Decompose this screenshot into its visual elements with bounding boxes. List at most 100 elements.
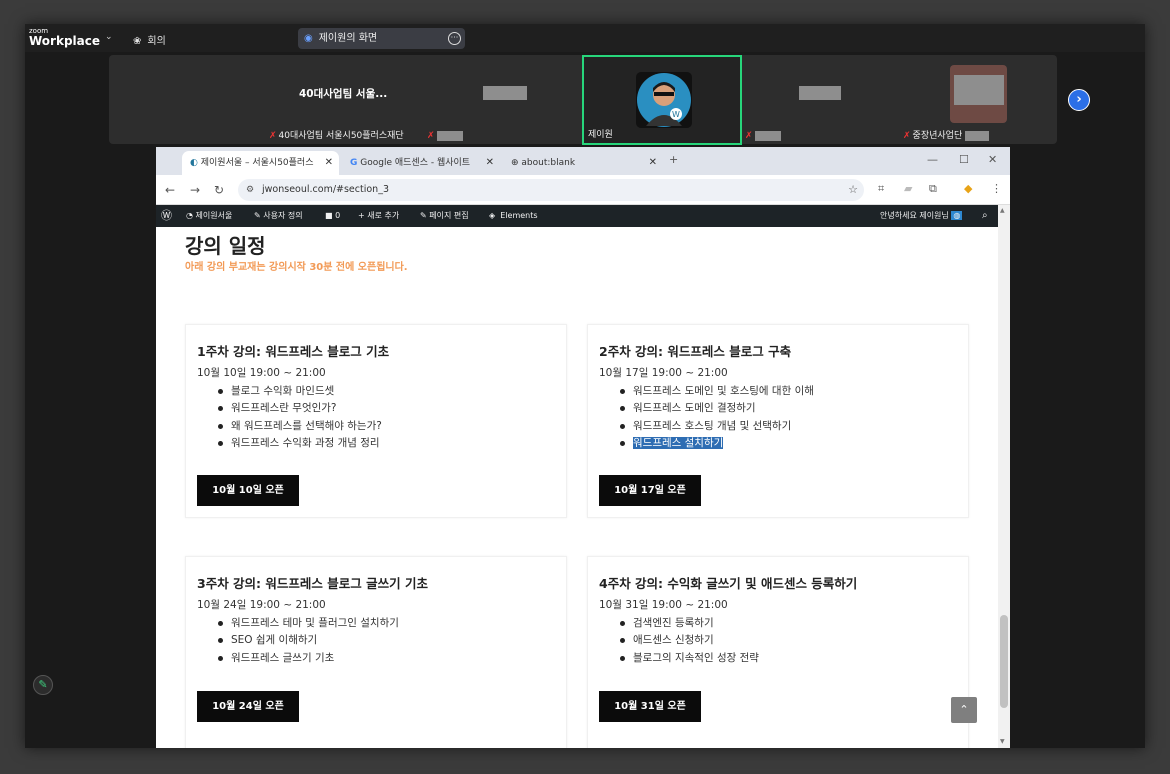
extension-icon[interactable]: ▰ [904,182,912,195]
open-button[interactable]: 10월 24일 오픈 [197,691,299,722]
tab-title: about:blank [521,158,576,168]
browser-menu-icon[interactable]: ⋮ [991,182,1002,195]
google-favicon-icon: G [350,158,358,168]
participant-tile-1[interactable]: 40대사업팀 서울... ✗ 40대사업팀 서울시50플러스재단 ✗ [109,55,479,144]
participant-label-4: ✗ [745,130,781,141]
wordpress-logo-icon[interactable]: Ⓦ [161,205,172,227]
svg-text:W: W [672,110,680,119]
wp-admin-bar: Ⓦ ◔ 제이원서울 ✎ 사용자 정의 ■ 0 + 새로 추가 ✎ 페이지 편집 … [156,205,998,227]
zoom-window: zoom Workplace ⌄ ❀ 회의 ◉ 제이원의 화면 ··· 40대사업팀… [25,24,1145,748]
participant-label-text: 40대사업팀 서울시50플러스재단 [278,131,404,141]
list-item: 워드프레스 도메인 결정하기 [620,400,814,417]
wp-site-link[interactable]: ◔ 제이원서울 [186,205,232,227]
wp-account-link[interactable]: 안녕하세요 제이원님 ◍ [880,205,963,227]
search-icon[interactable]: ⌕ [982,205,988,227]
selected-text: 워드프레스 설치하기 [633,436,724,449]
card-topic-list: 검색엔진 등록하기 애드센스 신청하기 블로그의 지속적인 성장 전략 [620,615,759,667]
active-speaker-tile[interactable]: W 제이원 [582,55,742,145]
wp-edit-label: 페이지 편집 [429,211,469,220]
address-bar[interactable]: ⚙ jwonseoul.com/#section_3 ☆ [238,179,864,201]
lecture-card-2: 2주차 강의: 워드프레스 블로그 구축 10월 17일 19:00 ~ 21:… [587,324,969,518]
scrollbar-thumb[interactable] [1000,615,1008,708]
url-text: jwonseoul.com/#section_3 [262,184,389,195]
card-date: 10월 17일 19:00 ~ 21:00 [599,367,728,379]
browser-tab-3[interactable]: ⊕ about:blank ✕ [503,151,663,175]
shared-browser-window: ◐ 제이원서울 – 서울시50플러스 ✕ G Google 애드센스 - 웹사이트… [156,147,1010,748]
meeting-label: 회의 [147,36,166,47]
forward-button[interactable]: → [190,183,200,197]
close-tab-icon[interactable]: ✕ [486,151,494,175]
list-item: 워드프레스 호스팅 개념 및 선택하기 [620,418,814,435]
wp-comments-link[interactable]: ■ 0 [325,205,340,227]
participant-label-5: ✗ 중장년사업단 [903,128,990,141]
next-page-button[interactable]: › [1068,89,1090,111]
wp-new-label: 새로 추가 [367,211,400,220]
list-item: 워드프레스 테마 및 플러그인 설치하기 [218,615,399,632]
page-content: 강의 일정 아래 강의 부교재는 강의시작 30분 전에 오픈됩니다. 1주차 … [156,227,998,748]
reload-button[interactable]: ↻ [214,183,224,197]
card-topic-list: 워드프레스 테마 및 플러그인 설치하기 SEO 쉽게 이해하기 워드프레스 글… [218,615,399,667]
close-tab-icon[interactable]: ✕ [325,151,333,175]
meeting-button[interactable]: ❀ 회의 [133,32,166,47]
card-date: 10월 31일 19:00 ~ 21:00 [599,599,728,611]
site-settings-icon[interactable]: ⚙ [246,179,254,201]
list-item-highlighted: 워드프레스 설치하기 [620,435,814,452]
plus-icon: + [358,211,365,220]
screen-share-indicator[interactable]: ◉ 제이원의 화면 ··· [298,28,465,49]
redacted-video [954,75,1004,105]
redacted-name [965,130,990,141]
open-button[interactable]: 10월 17일 오픈 [599,475,701,506]
list-item: 왜 워드프레스를 선택해야 하는가? [218,418,382,435]
tab-title: Google 애드센스 - 웹사이트 [360,158,471,168]
scroll-down-icon[interactable]: ▼ [1000,738,1005,745]
back-button[interactable]: ← [165,183,175,197]
wp-customize-link[interactable]: ✎ 사용자 정의 [254,205,303,227]
active-speaker-label: 제이원 [588,130,613,140]
participant-label-1: ✗ 40대사업팀 서울시50플러스재단 [269,128,404,141]
browser-tab-bar: ◐ 제이원서울 – 서울시50플러스 ✕ G Google 애드센스 - 웹사이트… [156,147,1010,175]
close-window-button[interactable]: ✕ [988,147,997,175]
open-button[interactable]: 10월 31일 오픈 [599,691,701,722]
list-item: 블로그 수익화 마인드셋 [218,383,382,400]
close-tab-icon[interactable]: ✕ [649,151,657,175]
zoom-logo-big: Workplace [29,34,101,48]
card-title: 2주차 강의: 워드프레스 블로그 구축 [599,344,792,359]
chevron-down-icon[interactable]: ⌄ [105,32,113,42]
browser-tab-1[interactable]: ◐ 제이원서울 – 서울시50플러스 ✕ [182,151,339,175]
participant-label-2: ✗ [427,130,463,141]
open-button[interactable]: 10월 10일 오픈 [197,475,299,506]
user-avatar-icon: ◍ [951,211,963,220]
redacted-name [754,130,781,141]
wp-edit-page-link[interactable]: ✎ 페이지 편집 [420,205,469,227]
share-icon: ◉ [304,33,313,44]
screenshot-icon[interactable]: ⌗ [878,182,884,196]
page-scrollbar[interactable]: ▲ ▼ [998,205,1010,748]
zoom-top-bar: zoom Workplace ⌄ ❀ 회의 ◉ 제이원의 화면 ··· [25,24,1145,52]
list-item: 애드센스 신청하기 [620,632,759,649]
more-options-icon[interactable]: ··· [448,32,461,45]
bookmark-star-icon[interactable]: ☆ [848,179,858,201]
wp-new-link[interactable]: + 새로 추가 [358,205,399,227]
annotate-pen-icon[interactable]: ✎ [33,675,53,695]
list-item: 블로그의 지속적인 성장 전략 [620,650,759,667]
wordpress-favicon-icon: ◐ [190,158,198,168]
card-topic-list: 워드프레스 도메인 및 호스팅에 대한 이해 워드프레스 도메인 결정하기 워드… [620,383,814,452]
list-item: SEO 쉽게 이해하기 [218,632,399,649]
browser-tab-2[interactable]: G Google 애드센스 - 웹사이트 ✕ [342,151,500,175]
scroll-to-top-button[interactable]: ⌃ [951,697,977,723]
card-title: 4주차 강의: 수익화 글쓰기 및 애드센스 등록하기 [599,576,858,591]
zoom-logo: zoom Workplace [29,27,100,48]
redacted-name [436,130,463,141]
wp-comment-count: 0 [335,211,341,220]
participant-strip: 40대사업팀 서울... ✗ 40대사업팀 서울시50플러스재단 ✗ W 제이원 … [109,55,1057,145]
new-tab-button[interactable]: + [669,147,678,175]
wp-elements-link[interactable]: ◈ Elements [489,205,538,227]
maximize-button[interactable]: ☐ [959,147,969,175]
card-topic-list: 블로그 수익화 마인드셋 워드프레스란 무엇인가? 왜 워드프레스를 선택해야 … [218,383,382,452]
scroll-up-icon[interactable]: ▲ [1000,207,1005,214]
avatar-image: W [637,73,691,127]
minimize-button[interactable]: — [927,147,938,175]
share-label: 제이원의 화면 [318,33,378,44]
puzzle-extensions-icon[interactable]: ⧉ [929,182,937,196]
profile-extension-icon[interactable]: ◆ [964,182,972,195]
